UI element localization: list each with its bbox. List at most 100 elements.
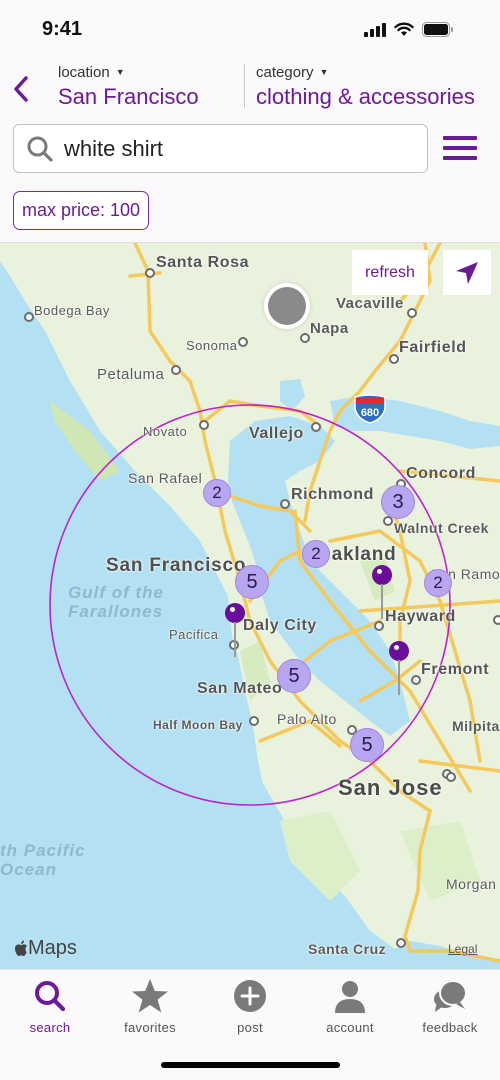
user-location-marker [264,283,310,329]
tab-search[interactable]: search [0,978,100,1044]
map-label-fremont: Fremont [421,661,490,678]
tab-favorites[interactable]: favorites [100,978,200,1044]
map-label-san-rafael: San Rafael [128,470,203,486]
listing-cluster[interactable]: 2 [203,479,231,507]
nav-divider [244,64,245,108]
location-label-text: location [58,63,110,81]
listing-cluster[interactable]: 5 [350,728,384,762]
status-time: 9:41 [42,18,83,40]
city-marker [493,615,500,625]
tab-feedback[interactable]: feedback [400,978,500,1044]
map-label-richmond: Richmond [291,486,375,503]
map-label-sonoma: Sonoma [186,338,238,353]
city-marker [238,337,248,347]
tab-label: post [237,1020,263,1035]
max-price-filter-chip[interactable]: max price: 100 [13,191,150,230]
tab-account[interactable]: account [300,978,400,1044]
listing-pin[interactable] [372,565,392,621]
city-marker [407,308,417,318]
tab-post[interactable]: post [200,978,300,1044]
map-label-santa-rosa: Santa Rosa [156,254,250,271]
category-label: category ▼ [256,62,500,82]
map-label-half-moon-bay: Half Moon Bay [153,718,243,732]
map-label-pacifica: Pacifica [169,627,219,642]
battery-icon [422,22,453,37]
apple-logo-icon [15,940,27,956]
map-label-concord: Concord [406,465,476,482]
map-label-pacific-line1: th Pacific [0,841,86,860]
map-label-vacaville: Vacaville [336,295,404,312]
map-view[interactable]: Santa Rosa Bodega Bay Vacaville Napa Son… [0,242,500,969]
map-label-pacific-line2: Ocean [0,860,57,879]
map-label-petaluma: Petaluma [97,366,165,383]
map-label-gulf-line2: Farallones [68,602,164,621]
location-arrow-icon [456,261,478,284]
city-marker [374,621,384,631]
map-label-hayward: Hayward [385,608,456,625]
location-selector[interactable]: location ▼ San Francisco [58,62,238,110]
map-label-pacific-ocean: th Pacific Ocean [0,841,86,879]
tab-label: feedback [422,1020,478,1035]
map-label-daly-city: Daly City [243,617,317,634]
interstate-680-shield-icon: 680 [354,394,386,424]
search-box[interactable] [13,124,428,173]
status-icons [364,22,454,37]
map-label-gulf-of-the-farallones: Gulf of the Farallones [68,583,164,621]
city-marker [311,422,321,432]
screen: 9:41 location ▼ San Francisco category ▼… [0,0,500,1080]
map-label-bodega-bay: Bodega Bay [34,303,110,318]
city-marker [280,499,290,509]
location-label: location ▼ [58,62,238,82]
city-marker [389,354,399,364]
nav-header: location ▼ San Francisco category ▼ clot… [0,60,500,118]
home-indicator [161,1062,340,1068]
map-label-san-mateo: San Mateo [197,680,283,697]
refresh-button[interactable]: refresh [352,250,428,295]
map-label-morgan-hill: Morgan [446,876,497,892]
legal-link[interactable]: Legal [448,942,477,956]
map-label-gulf-line1: Gulf of the [68,583,164,602]
map-label-san-jose: San Jose [338,775,443,800]
location-value: San Francisco [58,84,199,109]
city-marker [24,312,34,322]
tab-label: favorites [124,1020,176,1035]
maps-attribution-text: Maps [28,937,77,959]
tab-label: account [326,1020,374,1035]
locate-me-button[interactable] [443,250,491,295]
map-label-milpitas: Milpitas [452,718,500,734]
map-label-novato: Novato [143,424,188,439]
plus-circle-icon [234,980,266,1012]
listing-cluster[interactable]: 5 [235,565,269,599]
search-input[interactable] [64,135,404,162]
listing-cluster[interactable]: 3 [381,485,415,519]
category-label-text: category [256,63,314,81]
listing-cluster[interactable]: 5 [277,659,311,693]
listing-cluster[interactable]: 2 [302,540,330,568]
back-button[interactable] [6,70,36,108]
status-bar: 9:41 [0,0,500,60]
category-value: clothing & accessories [256,84,475,109]
map-label-san-francisco: San Francisco [106,555,247,576]
map-label-santa-cruz: Santa Cruz [308,941,387,957]
wifi-icon [394,22,414,36]
listing-pin[interactable] [225,603,245,659]
listing-cluster[interactable]: 2 [424,569,452,597]
cellular-signal-icon [364,22,386,37]
category-selector[interactable]: category ▼ clothing & accessories [256,62,500,110]
apple-maps-attribution: Maps [14,937,77,960]
hamburger-menu-icon[interactable] [443,136,477,164]
city-marker [145,268,155,278]
chevron-left-icon [14,76,28,102]
caret-down-icon: ▼ [115,67,125,77]
svg-text:680: 680 [361,407,379,419]
city-marker [446,772,456,782]
listing-pin[interactable] [389,641,409,697]
city-marker [396,938,406,948]
map-label-walnut-creek: Walnut Creek [394,520,489,536]
map-label-fairfield: Fairfield [399,339,467,356]
city-marker [411,675,421,685]
city-marker [249,716,259,726]
star-icon [132,979,168,1013]
search-icon [27,136,53,162]
map-label-palo-alto: Palo Alto [277,711,337,727]
